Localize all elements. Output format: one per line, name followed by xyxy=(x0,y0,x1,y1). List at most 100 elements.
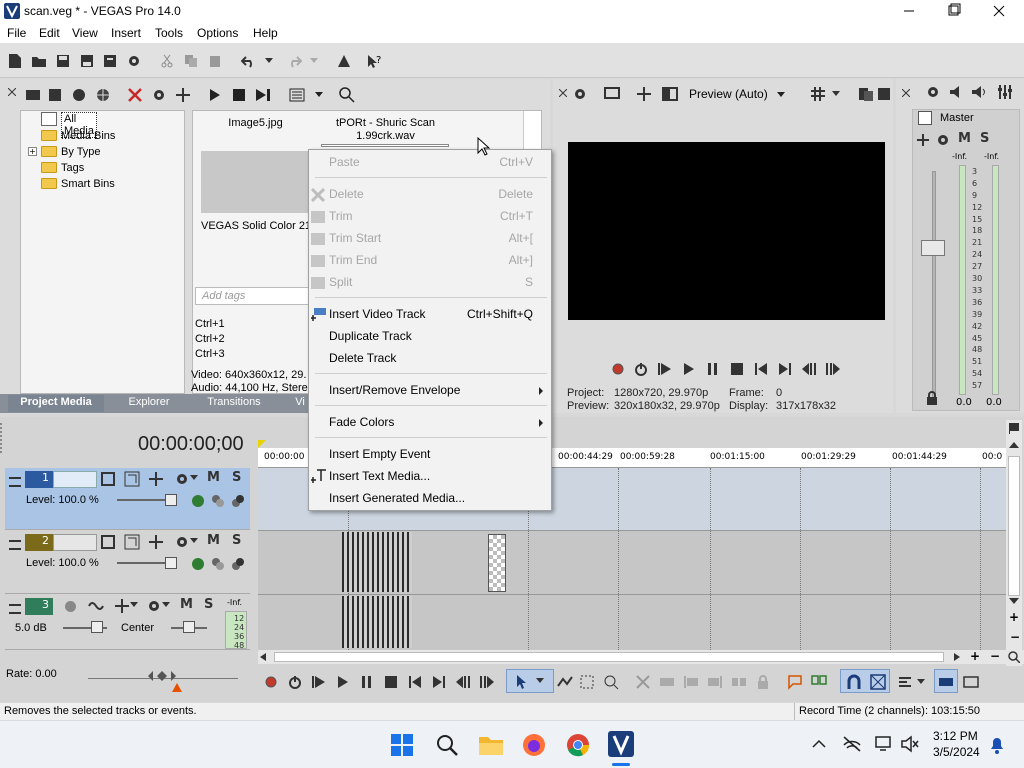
marker-flag-icon[interactable] xyxy=(1008,422,1020,434)
scroll-left-icon[interactable] xyxy=(260,653,266,661)
previous-frame-icon[interactable] xyxy=(454,673,472,691)
menu-item-delete[interactable]: Delete Delete xyxy=(309,183,551,205)
master-settings-icon[interactable] xyxy=(934,131,952,149)
menu-insert[interactable]: Insert xyxy=(111,26,141,40)
menu-item-delete-track[interactable]: Delete Track xyxy=(309,347,551,369)
clock-time[interactable]: 3:12 PM xyxy=(933,729,978,743)
split-screen-icon[interactable] xyxy=(661,85,679,103)
menu-options[interactable]: Options xyxy=(197,26,238,40)
overlays-dropdown-icon[interactable] xyxy=(831,88,841,98)
master-solo-button[interactable]: S xyxy=(980,131,989,146)
play-icon[interactable] xyxy=(680,360,698,378)
scroll-up-icon[interactable] xyxy=(1009,442,1019,448)
settings-dropdown-icon[interactable] xyxy=(161,599,171,609)
panel-close-icon[interactable] xyxy=(557,87,569,99)
get-media-icon[interactable] xyxy=(70,86,88,104)
mute-button[interactable]: M xyxy=(207,533,220,548)
go-to-end-icon[interactable] xyxy=(430,673,448,691)
composite-parent-icon[interactable] xyxy=(229,555,247,573)
tab-transitions[interactable]: Transitions xyxy=(195,395,273,412)
track-name-input[interactable] xyxy=(53,534,97,551)
auto-ripple-icon[interactable] xyxy=(896,673,914,691)
audio-event[interactable] xyxy=(342,596,412,648)
level-slider-handle[interactable] xyxy=(165,557,177,569)
tree-item-smart-bins[interactable]: Smart Bins xyxy=(41,176,115,191)
timeline-drag-handle[interactable] xyxy=(0,423,10,453)
menu-item-insert-generated-media[interactable]: Insert Generated Media... xyxy=(309,487,551,509)
redo-icon[interactable] xyxy=(285,52,303,70)
media-properties-icon[interactable] xyxy=(150,86,168,104)
file-explorer-icon[interactable] xyxy=(478,733,504,757)
loop-playback-icon[interactable] xyxy=(286,673,304,691)
collapse-track-icon[interactable] xyxy=(9,604,21,614)
tag-shortcut[interactable]: Ctrl+1 xyxy=(195,317,225,332)
tree-item-media-bins[interactable]: Media Bins xyxy=(41,128,115,143)
views-icon[interactable] xyxy=(288,86,306,104)
media-fx-icon[interactable] xyxy=(174,86,192,104)
composite-child-icon[interactable] xyxy=(209,555,227,573)
timeline-horizontal-scrollbar[interactable]: + − xyxy=(258,649,1024,664)
trim-event-icon[interactable] xyxy=(658,673,676,691)
menu-item-fade-colors[interactable]: Fade Colors xyxy=(309,411,551,433)
chrome-icon[interactable] xyxy=(566,733,590,757)
arm-record-icon[interactable] xyxy=(65,601,76,612)
trim-end-icon[interactable] xyxy=(706,673,724,691)
menu-item-insert-text-media[interactable]: Insert Text Media... xyxy=(309,465,551,487)
external-monitor-icon[interactable] xyxy=(603,85,621,103)
import-media-icon[interactable] xyxy=(24,86,42,104)
cut-icon[interactable] xyxy=(158,52,176,70)
track-fx-icon[interactable] xyxy=(123,470,141,488)
undo-dropdown-icon[interactable] xyxy=(264,55,274,65)
video-fx-icon[interactable] xyxy=(635,85,653,103)
master-properties-icon[interactable] xyxy=(924,83,942,101)
menu-item-insert-remove-envelope[interactable]: Insert/Remove Envelope xyxy=(309,379,551,401)
collapse-track-icon[interactable] xyxy=(9,540,21,550)
master-automation-icon[interactable] xyxy=(918,111,932,125)
save-as-icon[interactable] xyxy=(78,52,96,70)
go-to-start-icon[interactable] xyxy=(752,360,770,378)
collapse-track-icon[interactable] xyxy=(9,477,21,487)
maximize-icon[interactable] xyxy=(943,2,965,20)
tab-project-media[interactable]: Project Media xyxy=(8,395,104,412)
track-header-1[interactable]: 1 M S Level: 100.0 % xyxy=(5,468,250,530)
menu-item-trim[interactable]: Trim Ctrl+T xyxy=(309,205,551,227)
stop-icon[interactable] xyxy=(382,673,400,691)
tag-shortcut[interactable]: Ctrl+2 xyxy=(195,332,225,347)
zoom-tool-icon[interactable] xyxy=(1008,651,1020,663)
lock-icon[interactable] xyxy=(926,391,938,405)
track-header-2[interactable]: 2 M S Level: 100.0 % xyxy=(5,531,250,594)
master-fx-plugin-icon[interactable] xyxy=(914,131,932,149)
solid-color-thumbnail[interactable] xyxy=(201,151,309,213)
undo-icon[interactable] xyxy=(240,52,258,70)
zoom-out-track-icon[interactable]: − xyxy=(1010,630,1020,644)
track-composite-icon[interactable] xyxy=(189,555,207,573)
solo-button[interactable]: S xyxy=(232,470,241,485)
display-icon[interactable] xyxy=(874,735,894,753)
menu-help[interactable]: Help xyxy=(253,26,278,40)
pause-icon[interactable] xyxy=(704,360,722,378)
tab-video-fx[interactable]: Vi xyxy=(290,395,310,412)
auto-preview-icon[interactable] xyxy=(254,86,272,104)
zoom-in-time-icon[interactable]: + xyxy=(970,649,980,663)
selection-tool-icon[interactable] xyxy=(578,673,596,691)
copy-snapshot-icon[interactable] xyxy=(857,85,875,103)
track-header-3[interactable]: 3 M S -Inf. 12 24 36 48 5.0 dB Center xyxy=(5,595,250,650)
master-fader-handle[interactable] xyxy=(921,240,945,256)
menu-item-split[interactable]: Split S xyxy=(309,271,551,293)
normal-edit-tool[interactable] xyxy=(506,669,554,693)
loop-playback-icon[interactable] xyxy=(632,360,650,378)
play-from-start-icon[interactable] xyxy=(656,360,674,378)
lock-event-icon[interactable] xyxy=(754,673,772,691)
panel-close-icon[interactable] xyxy=(6,86,18,98)
track-composite-icon[interactable] xyxy=(189,492,207,510)
snapping-toggles[interactable] xyxy=(840,669,890,693)
open-folder-icon[interactable] xyxy=(30,52,48,70)
timeline-vertical-scrollbar[interactable]: + − xyxy=(1006,420,1022,666)
zoom-in-track-icon[interactable]: + xyxy=(1009,610,1019,624)
speaker-icon[interactable] xyxy=(970,83,988,101)
stop-preview-icon[interactable] xyxy=(230,86,248,104)
fx-dropdown-icon[interactable] xyxy=(129,599,139,609)
insert-marker-icon[interactable] xyxy=(786,673,804,691)
preview-properties-icon[interactable] xyxy=(571,85,589,103)
render-icon[interactable] xyxy=(101,52,119,70)
